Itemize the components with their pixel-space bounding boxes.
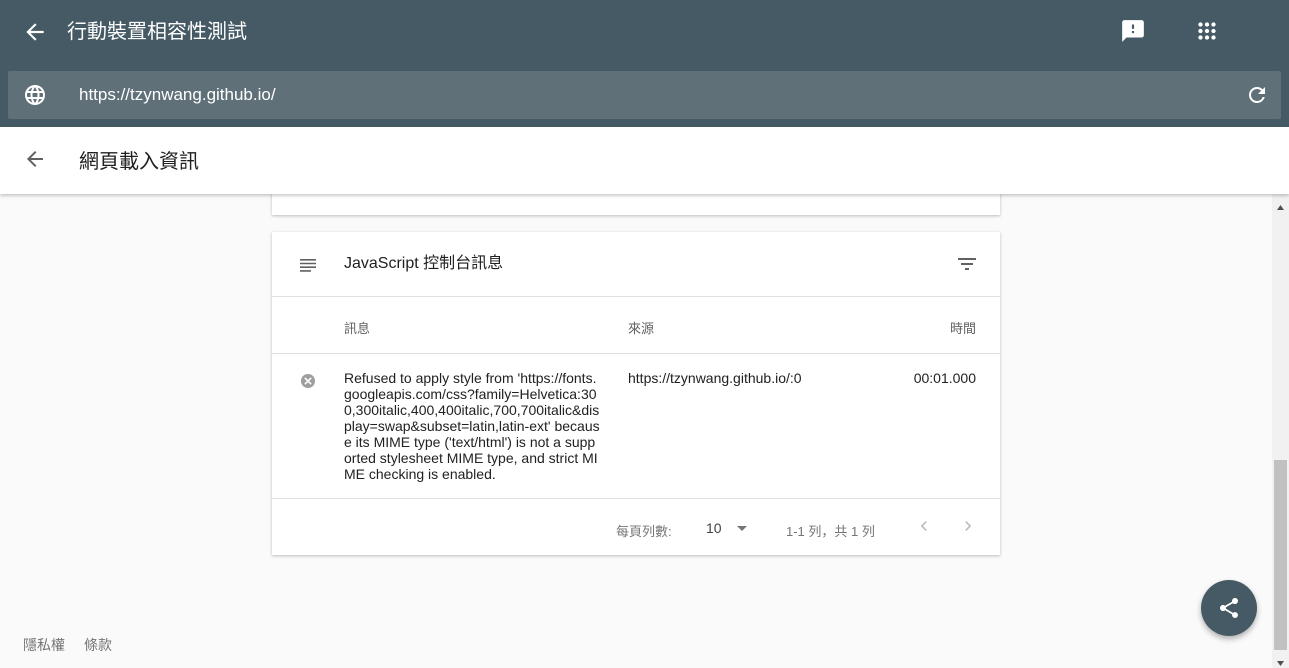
rows-per-page-select[interactable]: 10 — [706, 520, 722, 536]
pagination: 每頁列數: 10 1-1 列，共 1 列 — [272, 500, 1000, 555]
reload-icon[interactable] — [1245, 83, 1269, 107]
table-row: Refused to apply style from 'https://fon… — [272, 355, 1000, 499]
page-title: 網頁載入資訊 — [79, 151, 199, 173]
row-source: https://tzynwang.github.io/:0 — [628, 370, 802, 386]
list-icon — [296, 252, 320, 276]
top-app-bar: 行動裝置相容性測試 https://tzynwang.github.io/ — [0, 0, 1289, 127]
filter-icon[interactable] — [955, 252, 979, 276]
card-header: JavaScript 控制台訊息 — [272, 232, 1000, 297]
scroll-down-arrow-icon[interactable] — [1276, 654, 1285, 666]
app-title: 行動裝置相容性測試 — [67, 21, 247, 43]
url-text[interactable]: https://tzynwang.github.io/ — [79, 84, 276, 106]
privacy-link[interactable]: 隱私權 — [23, 635, 65, 655]
share-button[interactable] — [1201, 580, 1257, 636]
url-bar[interactable]: https://tzynwang.github.io/ — [8, 71, 1281, 119]
row-message: Refused to apply style from 'https://fon… — [344, 370, 600, 482]
console-messages-card: JavaScript 控制台訊息 訊息 來源 時間 Refused to app… — [272, 232, 1000, 555]
apps-grid-icon[interactable] — [1194, 18, 1220, 44]
back-arrow-icon[interactable] — [23, 147, 47, 171]
next-page-icon[interactable] — [958, 516, 978, 536]
terms-link[interactable]: 條款 — [84, 635, 112, 655]
error-icon — [300, 373, 316, 389]
share-icon — [1220, 598, 1238, 618]
page-range-text: 1-1 列，共 1 列 — [786, 524, 875, 539]
table-header: 訊息 來源 時間 — [272, 297, 1000, 354]
vertical-scrollbar[interactable] — [1272, 194, 1289, 668]
scrollbar-thumb[interactable] — [1274, 460, 1287, 650]
scroll-up-arrow-icon[interactable] — [1276, 199, 1285, 210]
feedback-icon[interactable] — [1120, 18, 1146, 44]
previous-page-icon[interactable] — [914, 516, 934, 536]
column-header-source[interactable]: 來源 — [628, 318, 654, 337]
globe-icon — [23, 83, 47, 107]
rows-per-page-label: 每頁列數: — [616, 524, 672, 539]
column-header-time[interactable]: 時間 — [950, 318, 976, 337]
back-arrow-icon[interactable] — [22, 19, 48, 45]
sub-header: 網頁載入資訊 — [0, 127, 1289, 194]
dropdown-arrow-icon[interactable] — [734, 520, 750, 536]
card-title: JavaScript 控制台訊息 — [344, 255, 504, 272]
row-time: 00:01.000 — [913, 370, 976, 386]
column-header-message[interactable]: 訊息 — [344, 318, 370, 337]
